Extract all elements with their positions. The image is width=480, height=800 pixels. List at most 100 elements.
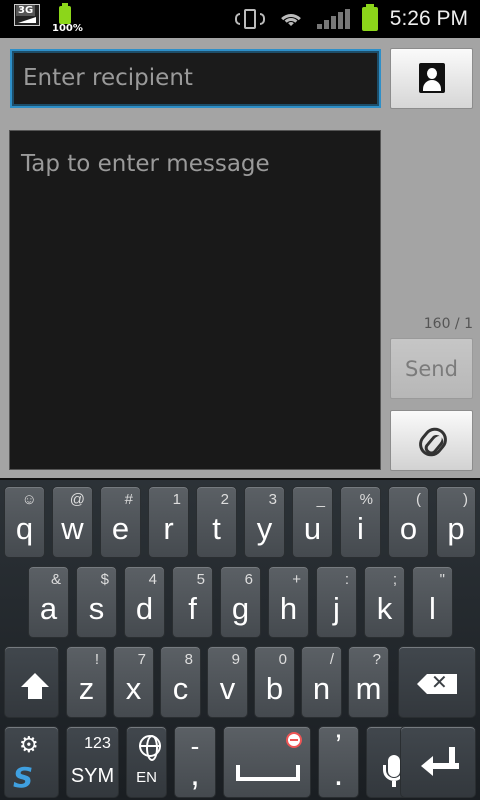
key-q[interactable]: ☺ q — [4, 486, 45, 558]
key-sub: # — [124, 491, 133, 508]
key-sub: " — [439, 571, 445, 588]
key-main: m — [355, 671, 382, 706]
key-main: r — [163, 511, 174, 546]
attach-button[interactable] — [390, 410, 473, 471]
shift-icon — [21, 673, 49, 687]
key-z[interactable]: ! z — [66, 646, 107, 718]
key-main: z — [78, 671, 95, 706]
key-e[interactable]: # e — [100, 486, 141, 558]
key-sub: 5 — [196, 571, 205, 588]
network-label: 3G — [16, 5, 36, 16]
message-input[interactable]: Tap to enter message — [9, 130, 381, 470]
key-g[interactable]: 6g — [220, 566, 261, 638]
key-main: d — [135, 591, 154, 626]
key-c[interactable]: 8c — [160, 646, 201, 718]
network-3g-icon: 3G — [14, 4, 40, 26]
key-sub: 4 — [148, 571, 157, 588]
key-sub: % — [359, 491, 373, 508]
key-sub: 6 — [244, 571, 253, 588]
battery-full-icon — [361, 4, 378, 31]
space-key[interactable] — [223, 726, 311, 798]
swype-icon: S — [13, 761, 34, 794]
key-main: k — [376, 591, 393, 626]
key-j[interactable]: :j — [316, 566, 357, 638]
key-o[interactable]: (o — [388, 486, 429, 558]
key-x[interactable]: 7x — [113, 646, 154, 718]
key-s[interactable]: $ s — [76, 566, 117, 638]
message-placeholder: Tap to enter message — [21, 151, 270, 177]
key-main: f — [188, 591, 197, 626]
key-main: j — [333, 591, 340, 626]
gear-icon: ⚙ — [19, 733, 39, 758]
key-sub: ☺ — [21, 491, 37, 508]
paperclip-icon — [414, 422, 452, 462]
key-sub: ) — [463, 491, 468, 508]
key-main: x — [125, 671, 142, 706]
key-sub: / — [329, 651, 334, 668]
send-button[interactable]: Send — [390, 338, 473, 399]
key-w[interactable]: @ w — [52, 486, 93, 558]
enter-key[interactable] — [400, 726, 476, 798]
character-counter: 160 / 1 — [423, 316, 473, 332]
key-main: v — [219, 671, 236, 706]
recipient-input[interactable]: Enter recipient — [10, 49, 381, 108]
period-key[interactable]: ’ . — [318, 726, 359, 798]
keyboard: ☺ q @ w # e 1r 2t 3y _ u % i (o ) p & a $ s 4d 5… — [0, 478, 480, 800]
key-sub: 2 — [220, 491, 229, 508]
key-main: u — [303, 511, 322, 546]
sym-key[interactable]: 123 SYM — [66, 726, 119, 798]
key-sub: 8 — [184, 651, 193, 668]
sym-top-label: 123 — [84, 735, 111, 752]
backspace-key[interactable]: ✕ — [398, 646, 476, 718]
key-sub: ? — [372, 651, 381, 668]
key-y[interactable]: 3y — [244, 486, 285, 558]
key-main: o — [399, 511, 418, 546]
key-l[interactable]: " l — [412, 566, 453, 638]
key-main: w — [61, 511, 84, 546]
settings-swype-key[interactable]: ⚙ S — [4, 726, 59, 798]
shift-key[interactable] — [4, 646, 59, 718]
clock: 5:26 PM — [389, 7, 468, 30]
key-k[interactable]: ; k — [364, 566, 405, 638]
key-a[interactable]: & a — [28, 566, 69, 638]
key-m[interactable]: ? m — [348, 646, 389, 718]
key-v[interactable]: 9v — [207, 646, 248, 718]
key-sub: ! — [94, 651, 99, 668]
key-h[interactable]: + h — [268, 566, 309, 638]
key-main: t — [212, 511, 221, 546]
globe-icon — [139, 735, 161, 761]
contacts-button[interactable] — [390, 48, 473, 109]
language-key[interactable]: EN — [126, 726, 167, 798]
key-n[interactable]: / n — [301, 646, 342, 718]
signal-icon — [316, 9, 350, 29]
key-b[interactable]: 0b — [254, 646, 295, 718]
key-sub: & — [50, 571, 61, 588]
key-sub: ; — [392, 571, 397, 588]
key-main: i — [357, 511, 364, 546]
key-r[interactable]: 1r — [148, 486, 189, 558]
key-main: q — [15, 511, 34, 546]
key-f[interactable]: 5f — [172, 566, 213, 638]
compose-area: Enter recipient Tap to enter message 160… — [0, 38, 480, 478]
key-main: e — [111, 511, 130, 546]
key-sub: 1 — [172, 491, 181, 508]
key-sub: 7 — [137, 651, 146, 668]
key-d[interactable]: 4d — [124, 566, 165, 638]
period-main: . — [333, 755, 344, 793]
space-icon — [236, 765, 300, 781]
key-sub: @ — [69, 491, 85, 508]
key-sub: ( — [416, 491, 421, 508]
key-p[interactable]: ) p — [436, 486, 476, 558]
key-main: g — [231, 591, 250, 626]
battery-percent: 100% — [52, 23, 83, 34]
status-bar: 3G 100% 5:26 PM — [0, 0, 480, 38]
comma-key[interactable]: - , — [174, 726, 216, 798]
recipient-placeholder: Enter recipient — [23, 65, 193, 91]
key-sub: 3 — [268, 491, 277, 508]
battery-icon: 100% — [52, 3, 83, 34]
key-u[interactable]: _ u — [292, 486, 333, 558]
key-t[interactable]: 2t — [196, 486, 237, 558]
enter-icon — [421, 747, 459, 777]
key-i[interactable]: % i — [340, 486, 381, 558]
key-sub: 0 — [278, 651, 287, 668]
